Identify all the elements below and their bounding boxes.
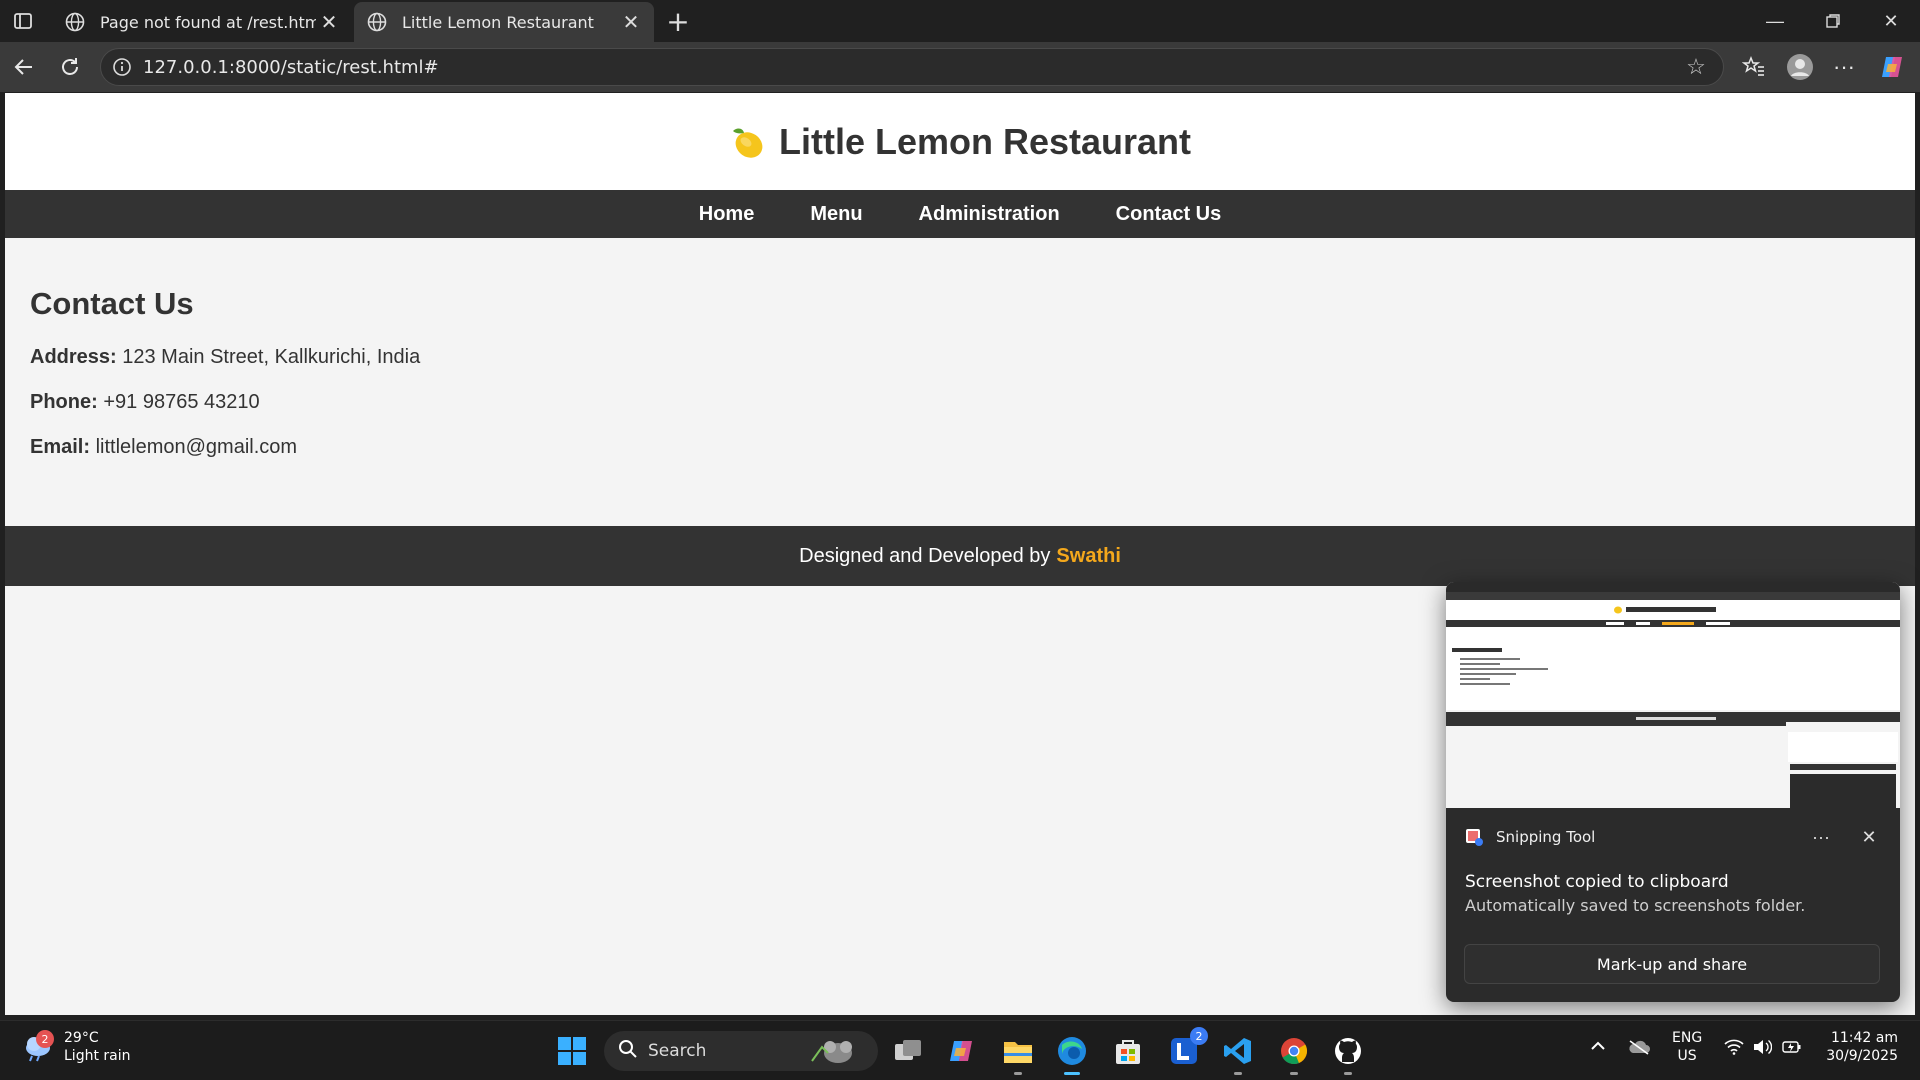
toast-more-icon[interactable]: ··· (1806, 827, 1836, 848)
close-tab-icon[interactable]: ✕ (316, 9, 342, 35)
site-footer: Designed and Developed by Swathi (5, 526, 1915, 586)
snipping-tool-icon (1464, 827, 1484, 847)
phone-line: Phone: +91 98765 43210 (30, 391, 1890, 414)
weather-desc: Light rain (64, 1048, 131, 1064)
tab-page-not-found[interactable]: Page not found at /rest.html ✕ (52, 2, 352, 42)
site-info-icon[interactable] (111, 56, 133, 78)
profile-avatar-icon[interactable] (1784, 51, 1816, 83)
github-icon[interactable] (1328, 1031, 1368, 1075)
back-arrow-icon[interactable] (8, 51, 40, 83)
site-title-text: Little Lemon Restaurant (778, 120, 1192, 162)
volume-icon[interactable] (1752, 1039, 1773, 1059)
tab-little-lemon[interactable]: Little Lemon Restaurant ✕ (354, 2, 654, 42)
onedrive-offline-icon[interactable] (1628, 1039, 1650, 1059)
clock[interactable]: 11:42 am 30/9/2025 (1826, 1029, 1898, 1065)
nav-contact-us[interactable]: Contact Us (1116, 203, 1222, 226)
site-nav: Home Menu Administration Contact Us (5, 190, 1915, 238)
battery-charging-icon[interactable] (1782, 1039, 1802, 1059)
browser-tab-strip: Page not found at /rest.html ✕ Little Le… (0, 0, 1920, 42)
taskbar-search[interactable]: Search (604, 1031, 878, 1071)
start-windows-icon[interactable] (552, 1031, 592, 1071)
open-indicator (1234, 1072, 1242, 1075)
email-value: littlelemon@gmail.com (90, 436, 298, 458)
weather-widget[interactable]: 2 29°C Light rain (22, 1029, 131, 1065)
address-value: 123 Main Street, Kallkurichi, India (116, 346, 421, 368)
nav-administration[interactable]: Administration (919, 203, 1060, 226)
open-indicator (1014, 1072, 1022, 1075)
email-label: Email: (30, 436, 91, 458)
snipping-tool-notification[interactable]: Snipping Tool ··· ✕ Screenshot copied to… (1446, 582, 1900, 1002)
copilot-icon[interactable] (1876, 51, 1908, 83)
copilot-app-icon[interactable] (942, 1031, 982, 1071)
more-options-icon[interactable]: ··· (1828, 51, 1860, 83)
chrome-icon[interactable] (1274, 1031, 1314, 1075)
refresh-icon[interactable] (54, 51, 86, 83)
language-secondary: US (1677, 1048, 1697, 1064)
open-indicator (1344, 1072, 1352, 1075)
tab-title: Little Lemon Restaurant (402, 12, 594, 32)
clock-time: 11:42 am (1830, 1030, 1898, 1046)
restore-icon[interactable] (1806, 0, 1860, 42)
tab-title: Page not found at /rest.html (100, 12, 316, 32)
globe-icon (64, 11, 86, 33)
rain-cloud-icon: 2 (22, 1030, 56, 1062)
clock-date: 30/9/2025 (1826, 1048, 1898, 1064)
file-explorer-icon[interactable] (998, 1031, 1038, 1075)
nav-home[interactable]: Home (699, 203, 755, 226)
tab-actions-icon[interactable] (12, 10, 34, 32)
weather-alert-badge: 2 (36, 1030, 54, 1048)
favorite-star-icon[interactable]: ☆ (1681, 52, 1711, 82)
language-indicator[interactable]: ENG US (1672, 1029, 1702, 1065)
app-notification-badge: 2 (1190, 1027, 1208, 1045)
contact-section: Contact Us Address: 123 Main Street, Kal… (5, 238, 1915, 526)
footer-author: Swathi (1056, 544, 1121, 567)
section-title: Contact Us (30, 286, 194, 321)
vscode-icon[interactable] (1218, 1031, 1258, 1075)
minimize-icon[interactable]: — (1748, 0, 1802, 42)
phone-label: Phone: (30, 391, 98, 413)
open-indicator (1290, 1072, 1298, 1075)
toast-close-icon[interactable]: ✕ (1854, 827, 1884, 848)
nav-menu[interactable]: Menu (810, 203, 862, 226)
l-app-icon[interactable]: 2 (1164, 1027, 1208, 1071)
close-window-icon[interactable]: ✕ (1864, 0, 1918, 42)
markup-and-share-button[interactable]: Mark-up and share (1464, 944, 1880, 984)
weather-text: 29°C Light rain (64, 1029, 131, 1065)
globe-icon (366, 11, 388, 33)
address-bar[interactable]: 127.0.0.1:8000/static/rest.html# ☆ (100, 48, 1724, 86)
address-label: Address: (30, 346, 117, 368)
toast-app-name: Snipping Tool (1496, 828, 1596, 846)
address-line: Address: 123 Main Street, Kallkurichi, I… (30, 346, 1890, 369)
site-title: Little Lemon Restaurant (729, 121, 1191, 163)
search-label: Search (648, 1041, 707, 1061)
phone-value: +91 98765 43210 (97, 391, 260, 413)
task-view-icon[interactable] (888, 1031, 928, 1071)
toast-sub-message: Automatically saved to screenshots folde… (1465, 896, 1806, 915)
favorites-icon[interactable] (1738, 51, 1770, 83)
microsoft-store-icon[interactable] (1108, 1031, 1148, 1071)
close-tab-icon[interactable]: ✕ (618, 9, 644, 35)
taskbar: 2 29°C Light rain Search 2 ENG US 11:42 … (0, 1020, 1920, 1080)
new-tab-plus-icon[interactable]: + (664, 5, 692, 38)
toast-header: Snipping Tool ··· ✕ (1446, 822, 1900, 852)
url-text: 127.0.0.1:8000/static/rest.html# (143, 56, 439, 78)
wifi-icon[interactable] (1724, 1039, 1744, 1059)
footer-text: Designed and Developed by (799, 544, 1051, 567)
weather-temp: 29°C (64, 1030, 99, 1046)
screenshot-thumbnail[interactable] (1446, 582, 1900, 808)
edge-browser-icon[interactable] (1052, 1031, 1092, 1075)
show-hidden-icons-chevron[interactable] (1590, 1039, 1606, 1055)
lemon-icon (729, 125, 765, 159)
language-primary: ENG (1672, 1030, 1703, 1046)
search-icon (618, 1039, 638, 1064)
email-line: Email: littlelemon@gmail.com (30, 436, 1890, 459)
site-header: Little Lemon Restaurant (5, 93, 1915, 190)
browser-toolbar: 127.0.0.1:8000/static/rest.html# ☆ ··· (0, 42, 1920, 92)
toast-message: Screenshot copied to clipboard (1465, 872, 1729, 892)
search-highlight-icon (808, 1037, 864, 1070)
active-indicator (1064, 1072, 1080, 1075)
